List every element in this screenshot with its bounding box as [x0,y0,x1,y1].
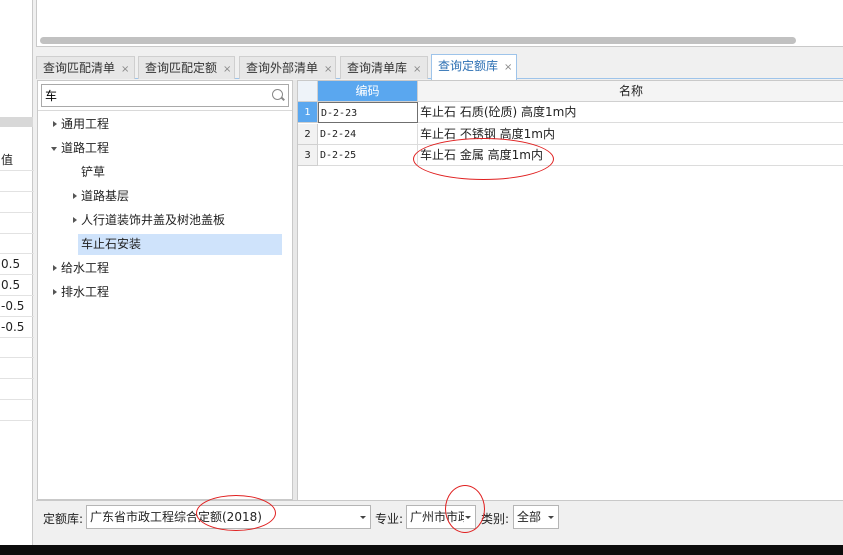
search-input[interactable] [42,85,268,106]
row-number[interactable]: 1 [298,102,318,123]
quota-library-label: 定额库: [43,512,84,526]
left-grid-cell [0,337,34,359]
tab-label: 查询匹配定额 [145,61,218,75]
search-box [41,84,289,107]
annotation-ellipse [413,138,554,180]
grid-corner [298,81,318,102]
left-grid-cell [0,400,34,421]
quota-grid: 编码 名称 1 D-2-23 车止石 石质(砼质) 高度1m内 2 D-2-24 车止石 … [297,80,843,500]
left-grid-header-cell: 值 [0,150,34,171]
left-grid-cell: 0.5 [0,275,34,296]
code-cell[interactable]: D-2-23 [318,102,418,123]
column-header-code[interactable]: 编码 [318,81,418,102]
tab-query-external-list[interactable]: 查询外部清单 × [239,56,336,79]
annotation-ellipse [196,495,276,531]
tab-label: 查询清单库 [347,61,408,75]
tab-bar: 查询匹配清单 × 查询匹配定额 × 查询外部清单 × 查询清单库 × 查询定额库 × [36,52,843,80]
tree-item[interactable]: 道路基层 [81,186,129,207]
horizontal-scrollbar[interactable] [40,37,796,44]
column-header-name[interactable]: 名称 [418,81,843,102]
left-grid-header-bar [0,117,33,127]
tab-label: 查询外部清单 [246,61,319,75]
close-icon[interactable]: × [223,64,231,75]
tab-label: 查询匹配清单 [43,61,116,75]
tree-item[interactable]: 给水工程 [61,258,109,279]
chevron-right-icon[interactable] [73,217,77,223]
tree-item[interactable]: 通用工程 [61,114,109,135]
left-grid-cell [0,171,34,192]
left-grid-cell: -0.5 [0,317,34,338]
tab-query-quota-library[interactable]: 查询定额库 × [431,54,517,80]
type-select[interactable]: 全部 [513,505,559,529]
row-number[interactable]: 2 [298,123,318,145]
chevron-down-icon [548,516,554,519]
filter-bar: 定额库: 广东省市政工程综合定额(2018) 专业: 广州市市政 类别: 全部 [36,500,843,533]
taskbar-strip [0,545,843,555]
type-value: 全部 [517,510,542,524]
tree-item[interactable]: 排水工程 [61,282,109,303]
tab-label: 查询定额库 [438,59,499,73]
left-grid-cell [0,233,34,255]
category-tree-panel: 通用工程道路工程铲草道路基层人行道装饰井盖及树池盖板车止石安装给水工程排水工程 [37,80,293,500]
row-number[interactable]: 3 [298,145,318,166]
tree-item[interactable]: 车止石安装 [81,234,141,255]
left-grid-cell: 0.5 [0,254,34,276]
tree-item[interactable]: 铲草 [81,162,105,183]
tab-query-list-library[interactable]: 查询清单库 × [340,56,428,79]
chevron-right-icon[interactable] [53,265,57,271]
code-cell[interactable]: D-2-25 [318,145,418,166]
name-cell[interactable]: 车止石 石质(砼质) 高度1m内 [418,102,843,123]
close-icon[interactable]: × [121,64,129,75]
chevron-right-icon[interactable] [73,193,77,199]
tab-query-matching-list[interactable]: 查询匹配清单 × [36,56,135,79]
tree-item[interactable]: 人行道装饰井盖及树池盖板 [81,210,225,231]
type-label: 类别: [481,512,510,526]
close-icon[interactable]: × [413,64,421,75]
close-icon[interactable]: × [324,64,332,75]
chevron-right-icon[interactable] [53,289,57,295]
tree-item[interactable]: 道路工程 [61,138,109,159]
code-cell[interactable]: D-2-24 [318,123,418,145]
left-grid-cell: -0.5 [0,296,34,317]
annotation-ellipse [445,485,485,533]
left-grid-cell [0,213,34,234]
left-grid-cell [0,379,34,400]
major-label: 专业: [375,512,404,526]
chevron-down-icon [360,516,366,519]
tab-query-matching-quota[interactable]: 查询匹配定额 × [138,56,235,79]
left-partial-grid: 值 0.5 0.5 -0.5 -0.5 [0,0,34,545]
left-grid-cell [0,192,34,213]
chevron-right-icon[interactable] [53,121,57,127]
chevron-down-icon[interactable] [51,147,57,151]
search-icon[interactable] [272,89,283,100]
left-grid-cell [0,358,34,380]
close-icon[interactable]: × [504,62,512,73]
divider [38,110,292,111]
